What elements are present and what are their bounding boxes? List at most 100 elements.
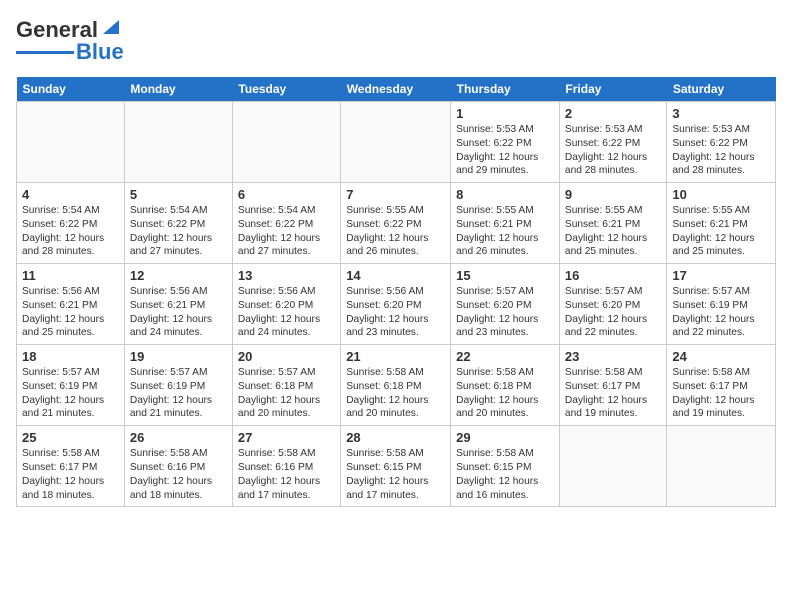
- calendar-cell: 26 Sunrise: 5:58 AMSunset: 6:16 PMDayligh…: [124, 426, 232, 507]
- cell-details: Sunrise: 5:56 AMSunset: 6:21 PMDaylight:…: [130, 285, 227, 340]
- cell-details: Sunrise: 5:58 AMSunset: 6:15 PMDaylight:…: [456, 447, 554, 502]
- calendar-cell: 1 Sunrise: 5:53 AMSunset: 6:22 PMDaylight…: [451, 102, 560, 183]
- day-number: 20: [238, 349, 335, 364]
- calendar-cell: 8 Sunrise: 5:55 AMSunset: 6:21 PMDaylight…: [451, 183, 560, 264]
- cell-details: Sunrise: 5:53 AMSunset: 6:22 PMDaylight:…: [456, 123, 554, 178]
- calendar-cell: 2 Sunrise: 5:53 AMSunset: 6:22 PMDaylight…: [559, 102, 666, 183]
- calendar-cell: 14 Sunrise: 5:56 AMSunset: 6:20 PMDayligh…: [341, 264, 451, 345]
- cell-details: Sunrise: 5:55 AMSunset: 6:21 PMDaylight:…: [672, 204, 770, 259]
- cell-details: Sunrise: 5:57 AMSunset: 6:18 PMDaylight:…: [238, 366, 335, 421]
- cell-details: Sunrise: 5:57 AMSunset: 6:19 PMDaylight:…: [672, 285, 770, 340]
- calendar-cell: [559, 426, 666, 507]
- day-number: 15: [456, 268, 554, 283]
- calendar-cell: 25 Sunrise: 5:58 AMSunset: 6:17 PMDayligh…: [17, 426, 125, 507]
- calendar-cell: 12 Sunrise: 5:56 AMSunset: 6:21 PMDayligh…: [124, 264, 232, 345]
- calendar-table: SundayMondayTuesdayWednesdayThursdayFrid…: [16, 77, 776, 507]
- calendar-cell: 11Sunrise: 5:56 AMSunset: 6:21 PMDayligh…: [17, 264, 125, 345]
- calendar-cell: 3Sunrise: 5:53 AMSunset: 6:22 PMDaylight…: [667, 102, 776, 183]
- cell-details: Sunrise: 5:53 AMSunset: 6:22 PMDaylight:…: [565, 123, 661, 178]
- calendar-cell: 6 Sunrise: 5:54 AMSunset: 6:22 PMDaylight…: [232, 183, 340, 264]
- day-number: 13: [238, 268, 335, 283]
- calendar-cell: 18Sunrise: 5:57 AMSunset: 6:19 PMDayligh…: [17, 345, 125, 426]
- calendar-cell: 27 Sunrise: 5:58 AMSunset: 6:16 PMDayligh…: [232, 426, 340, 507]
- day-number: 19: [130, 349, 227, 364]
- calendar-cell: 9 Sunrise: 5:55 AMSunset: 6:21 PMDaylight…: [559, 183, 666, 264]
- cell-details: Sunrise: 5:58 AMSunset: 6:18 PMDaylight:…: [346, 366, 445, 421]
- cell-details: Sunrise: 5:54 AMSunset: 6:22 PMDaylight:…: [130, 204, 227, 259]
- day-number: 11: [22, 268, 119, 283]
- cell-details: Sunrise: 5:56 AMSunset: 6:20 PMDaylight:…: [346, 285, 445, 340]
- cell-details: Sunrise: 5:58 AMSunset: 6:18 PMDaylight:…: [456, 366, 554, 421]
- calendar-cell: [341, 102, 451, 183]
- col-header-monday: Monday: [124, 77, 232, 102]
- cell-details: Sunrise: 5:54 AMSunset: 6:22 PMDaylight:…: [22, 204, 119, 259]
- day-number: 25: [22, 430, 119, 445]
- calendar-cell: 29Sunrise: 5:58 AMSunset: 6:15 PMDayligh…: [451, 426, 560, 507]
- cell-details: Sunrise: 5:55 AMSunset: 6:21 PMDaylight:…: [456, 204, 554, 259]
- calendar-cell: 4 Sunrise: 5:54 AMSunset: 6:22 PMDaylight…: [17, 183, 125, 264]
- day-number: 16: [565, 268, 661, 283]
- col-header-tuesday: Tuesday: [232, 77, 340, 102]
- calendar-header-row: SundayMondayTuesdayWednesdayThursdayFrid…: [17, 77, 776, 102]
- cell-details: Sunrise: 5:55 AMSunset: 6:21 PMDaylight:…: [565, 204, 661, 259]
- week-row-1: 1 Sunrise: 5:53 AMSunset: 6:22 PMDaylight…: [17, 102, 776, 183]
- calendar-cell: 23 Sunrise: 5:58 AMSunset: 6:17 PMDayligh…: [559, 345, 666, 426]
- cell-details: Sunrise: 5:57 AMSunset: 6:20 PMDaylight:…: [456, 285, 554, 340]
- week-row-5: 25 Sunrise: 5:58 AMSunset: 6:17 PMDayligh…: [17, 426, 776, 507]
- logo: General Blue: [16, 16, 124, 65]
- day-number: 7: [346, 187, 445, 202]
- day-number: 6: [238, 187, 335, 202]
- col-header-friday: Friday: [559, 77, 666, 102]
- day-number: 26: [130, 430, 227, 445]
- cell-details: Sunrise: 5:57 AMSunset: 6:20 PMDaylight:…: [565, 285, 661, 340]
- day-number: 12: [130, 268, 227, 283]
- day-number: 14: [346, 268, 445, 283]
- col-header-wednesday: Wednesday: [341, 77, 451, 102]
- day-number: 21: [346, 349, 445, 364]
- cell-details: Sunrise: 5:58 AMSunset: 6:17 PMDaylight:…: [565, 366, 661, 421]
- calendar-cell: [667, 426, 776, 507]
- day-number: 5: [130, 187, 227, 202]
- calendar-cell: 16 Sunrise: 5:57 AMSunset: 6:20 PMDayligh…: [559, 264, 666, 345]
- calendar-cell: 21 Sunrise: 5:58 AMSunset: 6:18 PMDayligh…: [341, 345, 451, 426]
- week-row-2: 4 Sunrise: 5:54 AMSunset: 6:22 PMDaylight…: [17, 183, 776, 264]
- day-number: 3: [672, 106, 770, 121]
- day-number: 10: [672, 187, 770, 202]
- day-number: 4: [22, 187, 119, 202]
- page-header: General Blue: [16, 16, 776, 65]
- calendar-cell: 24 Sunrise: 5:58 AMSunset: 6:17 PMDayligh…: [667, 345, 776, 426]
- calendar-cell: 19 Sunrise: 5:57 AMSunset: 6:19 PMDayligh…: [124, 345, 232, 426]
- cell-details: Sunrise: 5:57 AMSunset: 6:19 PMDaylight:…: [130, 366, 227, 421]
- day-number: 17: [672, 268, 770, 283]
- day-number: 18: [22, 349, 119, 364]
- logo-arrow-icon: [100, 16, 122, 38]
- calendar-cell: 22 Sunrise: 5:58 AMSunset: 6:18 PMDayligh…: [451, 345, 560, 426]
- day-number: 24: [672, 349, 770, 364]
- cell-details: Sunrise: 5:55 AMSunset: 6:22 PMDaylight:…: [346, 204, 445, 259]
- cell-details: Sunrise: 5:58 AMSunset: 6:17 PMDaylight:…: [672, 366, 770, 421]
- col-header-saturday: Saturday: [667, 77, 776, 102]
- col-header-thursday: Thursday: [451, 77, 560, 102]
- calendar-cell: 20 Sunrise: 5:57 AMSunset: 6:18 PMDayligh…: [232, 345, 340, 426]
- calendar-cell: 7 Sunrise: 5:55 AMSunset: 6:22 PMDaylight…: [341, 183, 451, 264]
- day-number: 22: [456, 349, 554, 364]
- day-number: 23: [565, 349, 661, 364]
- week-row-3: 11 Sunrise: 5:56 AMSunset: 6:21 PMDayligh…: [17, 264, 776, 345]
- day-number: 27: [238, 430, 335, 445]
- day-number: 1: [456, 106, 554, 121]
- day-number: 8: [456, 187, 554, 202]
- cell-details: Sunrise: 5:58 AMSunset: 6:16 PMDaylight:…: [238, 447, 335, 502]
- calendar-cell: [17, 102, 125, 183]
- calendar-cell: 10 Sunrise: 5:55 AMSunset: 6:21 PMDayligh…: [667, 183, 776, 264]
- day-number: 28: [346, 430, 445, 445]
- day-number: 2: [565, 106, 661, 121]
- week-row-4: 18 Sunrise: 5:57 AMSunset: 6:19 PMDayligh…: [17, 345, 776, 426]
- cell-details: Sunrise: 5:58 AMSunset: 6:17 PMDaylight:…: [22, 447, 119, 502]
- calendar-cell: 5 Sunrise: 5:54 AMSunset: 6:22 PMDaylight…: [124, 183, 232, 264]
- calendar-cell: 28Sunrise: 5:58 AMSunset: 6:15 PMDayligh…: [341, 426, 451, 507]
- calendar-cell: 17 Sunrise: 5:57 AMSunset: 6:19 PMDayligh…: [667, 264, 776, 345]
- cell-details: Sunrise: 5:58 AMSunset: 6:16 PMDaylight:…: [130, 447, 227, 502]
- day-number: 9: [565, 187, 661, 202]
- cell-details: Sunrise: 5:54 AMSunset: 6:22 PMDaylight:…: [238, 204, 335, 259]
- col-header-sunday: Sunday: [17, 77, 125, 102]
